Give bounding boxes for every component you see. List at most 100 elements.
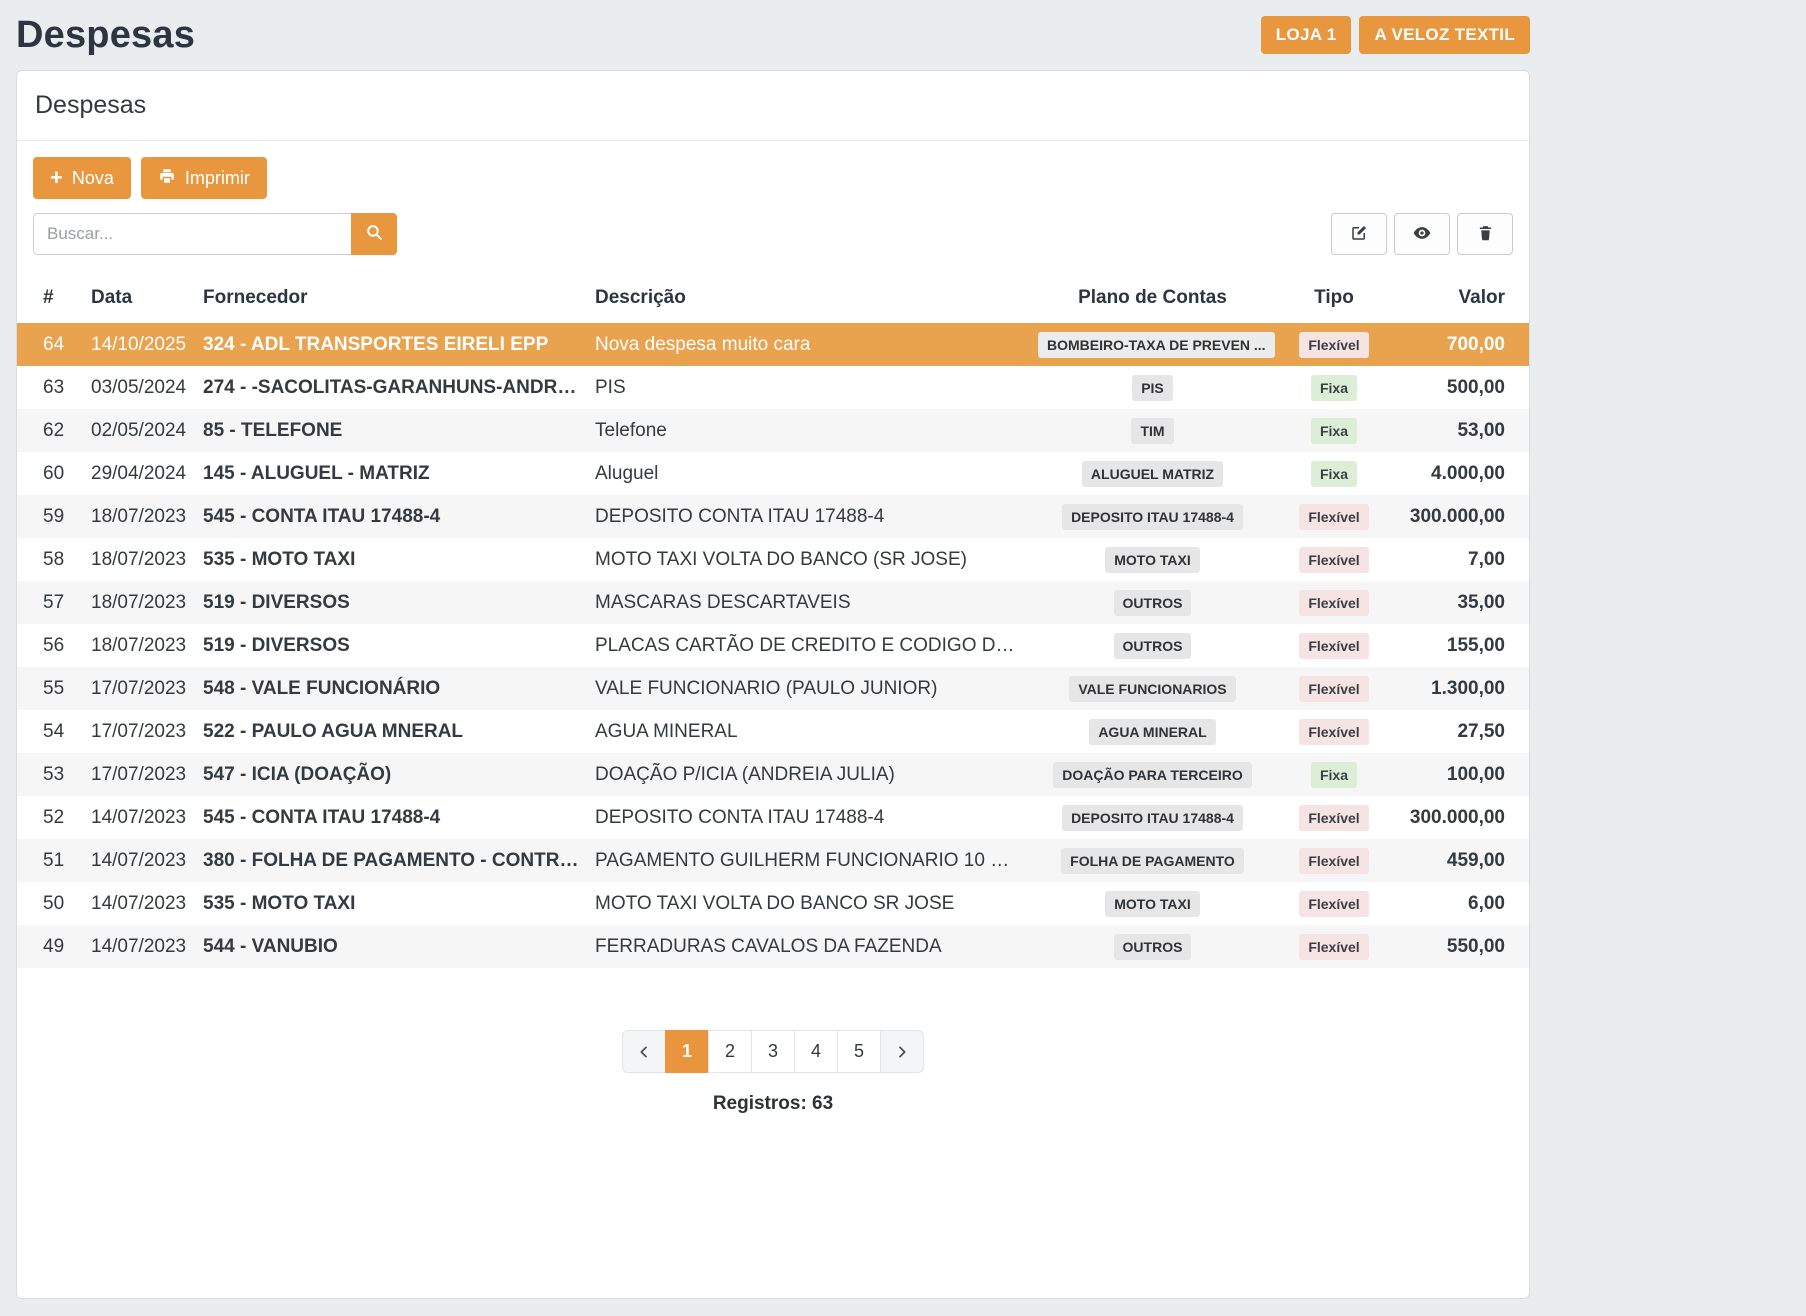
row-descricao: DEPOSITO CONTA ITAU 17488-4 — [587, 495, 1030, 538]
row-date: 29/04/2024 — [83, 452, 195, 495]
table-row[interactable]: 4914/07/2023544 - VANUBIOFERRADURAS CAVA… — [17, 925, 1529, 968]
trash-icon — [1477, 224, 1494, 244]
row-plano: DEPOSITO ITAU 17488-4 — [1030, 796, 1275, 839]
column-header-plano: Plano de Contas — [1030, 277, 1275, 323]
row-valor: 6,00 — [1393, 882, 1529, 925]
view-button[interactable] — [1394, 213, 1450, 255]
row-plano: ALUGUEL MATRIZ — [1030, 452, 1275, 495]
table-row[interactable]: 5417/07/2023522 - PAULO AGUA MNERALAGUA … — [17, 710, 1529, 753]
table-row[interactable]: 5718/07/2023519 - DIVERSOSMASCARAS DESCA… — [17, 581, 1529, 624]
row-date: 18/07/2023 — [83, 624, 195, 667]
table-row[interactable]: 6202/05/202485 - TELEFONETelefoneTIMFixa… — [17, 409, 1529, 452]
row-valor: 550,00 — [1393, 925, 1529, 968]
row-tipo: Flexível — [1275, 323, 1393, 366]
row-descricao: DEPOSITO CONTA ITAU 17488-4 — [587, 796, 1030, 839]
row-fornecedor: 535 - MOTO TAXI — [195, 538, 587, 581]
app-root: Despesas LOJA 1 A VELOZ TEXTIL Despesas … — [0, 0, 1546, 1299]
table-row[interactable]: 5818/07/2023535 - MOTO TAXIMOTO TAXI VOL… — [17, 538, 1529, 581]
edit-button[interactable] — [1331, 213, 1387, 255]
store-button[interactable]: LOJA 1 — [1261, 16, 1352, 54]
plano-badge: DOAÇÃO PARA TERCEIRO — [1053, 762, 1251, 788]
table-row[interactable]: 6303/05/2024274 - -SACOLITAS-GARANHUNS-A… — [17, 366, 1529, 409]
row-fornecedor: 85 - TELEFONE — [195, 409, 587, 452]
nova-button[interactable]: + Nova — [33, 157, 131, 199]
row-fornecedor: 274 - -SACOLITAS-GARANHUNS-ANDRÉ PH… — [195, 366, 587, 409]
pagination-page-5[interactable]: 5 — [837, 1030, 881, 1073]
row-descricao: PIS — [587, 366, 1030, 409]
search-icon — [365, 223, 384, 245]
row-valor: 7,00 — [1393, 538, 1529, 581]
row-date: 17/07/2023 — [83, 710, 195, 753]
row-id: 56 — [17, 624, 83, 667]
delete-button[interactable] — [1457, 213, 1513, 255]
page-title: Despesas — [16, 14, 195, 57]
row-id: 54 — [17, 710, 83, 753]
imprimir-button[interactable]: Imprimir — [141, 157, 267, 199]
printer-icon — [158, 167, 176, 190]
row-fornecedor: 380 - FOLHA DE PAGAMENTO - CONTRA-CH… — [195, 839, 587, 882]
row-plano: MOTO TAXI — [1030, 882, 1275, 925]
search-button[interactable] — [351, 213, 397, 255]
plano-badge: BOMBEIRO-TAXA DE PREVEN ... — [1038, 332, 1275, 358]
row-fornecedor: 519 - DIVERSOS — [195, 581, 587, 624]
column-header-id: # — [17, 277, 83, 323]
row-descricao: FERRADURAS CAVALOS DA FAZENDA — [587, 925, 1030, 968]
row-plano: OUTROS — [1030, 925, 1275, 968]
row-valor: 27,50 — [1393, 710, 1529, 753]
tipo-badge: Fixa — [1311, 418, 1357, 444]
tipo-badge: Flexível — [1299, 934, 1368, 960]
table-row[interactable]: 5114/07/2023380 - FOLHA DE PAGAMENTO - C… — [17, 839, 1529, 882]
table-row[interactable]: 5517/07/2023548 - VALE FUNCIONÁRIOVALE F… — [17, 667, 1529, 710]
row-valor: 4.000,00 — [1393, 452, 1529, 495]
row-id: 53 — [17, 753, 83, 796]
row-valor: 155,00 — [1393, 624, 1529, 667]
pagination-page-1[interactable]: 1 — [665, 1030, 709, 1073]
row-id: 50 — [17, 882, 83, 925]
pagination-page-4[interactable]: 4 — [794, 1030, 838, 1073]
row-descricao: VALE FUNCIONARIO (PAULO JUNIOR) — [587, 667, 1030, 710]
row-fornecedor: 324 - ADL TRANSPORTES EIRELI EPP — [195, 323, 587, 366]
row-date: 14/07/2023 — [83, 839, 195, 882]
table-row[interactable]: 5317/07/2023547 - ICIA (DOAÇÃO)DOAÇÃO P/… — [17, 753, 1529, 796]
pagination-prev[interactable] — [622, 1030, 666, 1073]
row-descricao: Telefone — [587, 409, 1030, 452]
row-descricao: DOAÇÃO P/ICIA (ANDREIA JULIA) — [587, 753, 1030, 796]
panel-title: Despesas — [17, 71, 1529, 141]
row-id: 63 — [17, 366, 83, 409]
row-tipo: Flexível — [1275, 581, 1393, 624]
row-descricao: MOTO TAXI VOLTA DO BANCO SR JOSE — [587, 882, 1030, 925]
table-row[interactable]: 5014/07/2023535 - MOTO TAXIMOTO TAXI VOL… — [17, 882, 1529, 925]
row-plano: AGUA MINERAL — [1030, 710, 1275, 753]
row-plano: OUTROS — [1030, 624, 1275, 667]
row-id: 60 — [17, 452, 83, 495]
table-row[interactable]: 5214/07/2023545 - CONTA ITAU 17488-4DEPO… — [17, 796, 1529, 839]
row-valor: 53,00 — [1393, 409, 1529, 452]
table-row[interactable]: 6414/10/2025324 - ADL TRANSPORTES EIRELI… — [17, 323, 1529, 366]
table-row[interactable]: 5618/07/2023519 - DIVERSOSPLACAS CARTÃO … — [17, 624, 1529, 667]
pagination-page-2[interactable]: 2 — [708, 1030, 752, 1073]
panel-body: + Nova Imprimir — [17, 141, 1529, 1131]
company-button[interactable]: A VELOZ TEXTIL — [1359, 16, 1530, 54]
table-row[interactable]: 6029/04/2024145 - ALUGUEL - MATRIZAlugue… — [17, 452, 1529, 495]
row-action-buttons — [1331, 213, 1513, 255]
pagination: 12345 — [622, 1030, 924, 1073]
pagination-next[interactable] — [880, 1030, 924, 1073]
column-header-data: Data — [83, 277, 195, 323]
plano-badge: PIS — [1132, 375, 1173, 401]
chevron-left-icon — [636, 1044, 652, 1060]
pagination-page-3[interactable]: 3 — [751, 1030, 795, 1073]
chevron-right-icon — [894, 1044, 910, 1060]
expenses-table: # Data Fornecedor Descrição Plano de Con… — [17, 277, 1529, 968]
records-count: Registros: 63 — [33, 1093, 1513, 1115]
search-input[interactable] — [33, 213, 351, 255]
tipo-badge: Flexível — [1299, 805, 1368, 831]
row-descricao: Nova despesa muito cara — [587, 323, 1030, 366]
imprimir-button-label: Imprimir — [185, 168, 250, 189]
row-date: 18/07/2023 — [83, 538, 195, 581]
top-actions: LOJA 1 A VELOZ TEXTIL — [1261, 16, 1530, 54]
table-row[interactable]: 5918/07/2023545 - CONTA ITAU 17488-4DEPO… — [17, 495, 1529, 538]
row-id: 51 — [17, 839, 83, 882]
table-header: # Data Fornecedor Descrição Plano de Con… — [17, 277, 1529, 323]
row-fornecedor: 548 - VALE FUNCIONÁRIO — [195, 667, 587, 710]
row-date: 14/07/2023 — [83, 882, 195, 925]
